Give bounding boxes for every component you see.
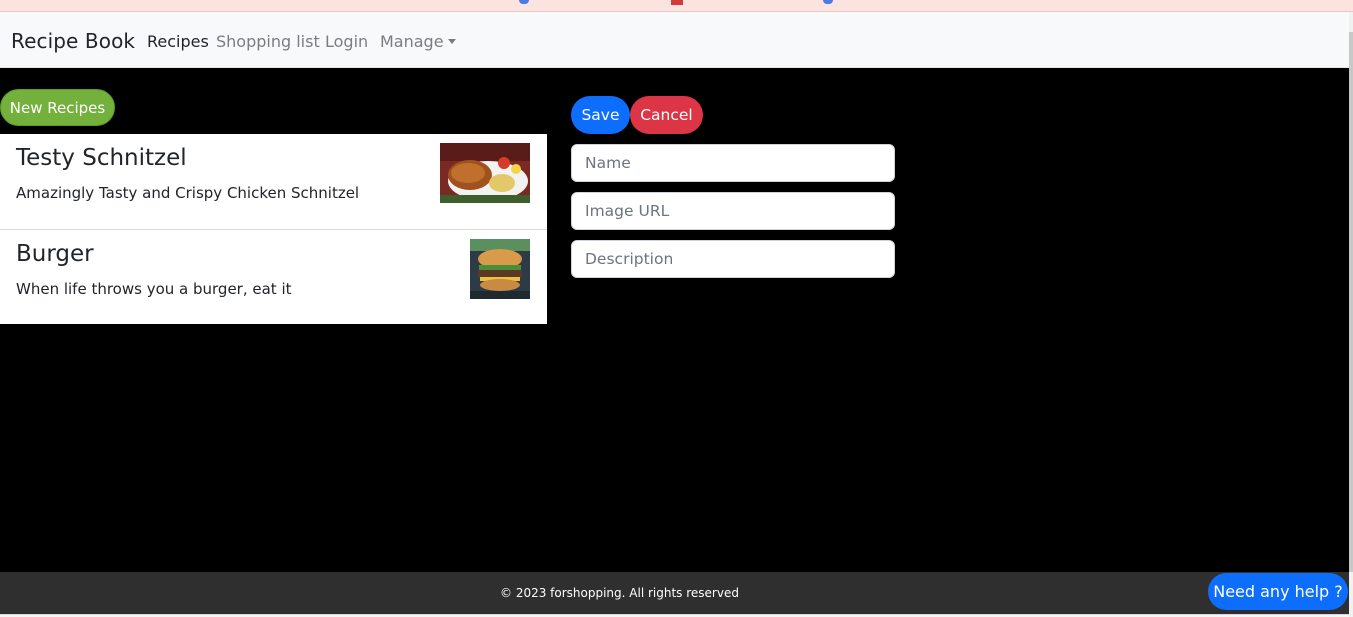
recipe-description: When life throws you a burger, eat it	[16, 280, 292, 298]
navbar: Recipe Book Recipes Shopping list Login …	[0, 12, 1349, 68]
recipe-title: Testy Schnitzel	[16, 145, 187, 171]
nav-link-recipes[interactable]: Recipes	[147, 32, 209, 51]
cancel-button[interactable]: Cancel	[630, 96, 703, 134]
strip-dot-icon	[519, 0, 529, 4]
scrollbar[interactable]	[1349, 12, 1353, 617]
brand-link[interactable]: Recipe Book	[11, 29, 135, 53]
list-item[interactable]: Testy Schnitzel Amazingly Tasty and Cris…	[0, 134, 547, 229]
nav-link-shopping-list[interactable]: Shopping list	[216, 32, 320, 51]
image-url-input[interactable]	[571, 192, 895, 230]
list-item[interactable]: Burger When life throws you a burger, ea…	[0, 229, 547, 324]
main-content: New Recipes Testy Schnitzel Amazingly Ta…	[0, 68, 1349, 572]
scrollbar-thumb[interactable]	[1349, 32, 1353, 572]
strip-dot-icon	[823, 0, 833, 4]
nav-link-login[interactable]: Login	[325, 32, 368, 51]
recipe-image	[440, 143, 530, 203]
help-button[interactable]: Need any help ?	[1208, 573, 1348, 610]
recipe-title: Burger	[16, 241, 94, 267]
footer: © 2023 forshopping. All rights reserved	[0, 572, 1349, 614]
recipe-image	[470, 239, 530, 299]
name-input[interactable]	[571, 144, 895, 182]
new-recipe-button[interactable]: New Recipes	[0, 89, 115, 126]
browser-notification-strip	[0, 0, 1353, 12]
description-input[interactable]	[571, 240, 895, 278]
chevron-down-icon	[447, 39, 456, 44]
copyright-text: © 2023 forshopping. All rights reserved	[500, 586, 739, 600]
manage-label: Manage	[380, 32, 444, 51]
nav-dropdown-manage[interactable]: Manage	[380, 32, 456, 51]
recipe-description: Amazingly Tasty and Crispy Chicken Schni…	[16, 184, 360, 202]
strip-square-icon	[671, 0, 683, 5]
save-button[interactable]: Save	[571, 96, 630, 134]
recipe-list: Testy Schnitzel Amazingly Tasty and Cris…	[0, 134, 547, 324]
